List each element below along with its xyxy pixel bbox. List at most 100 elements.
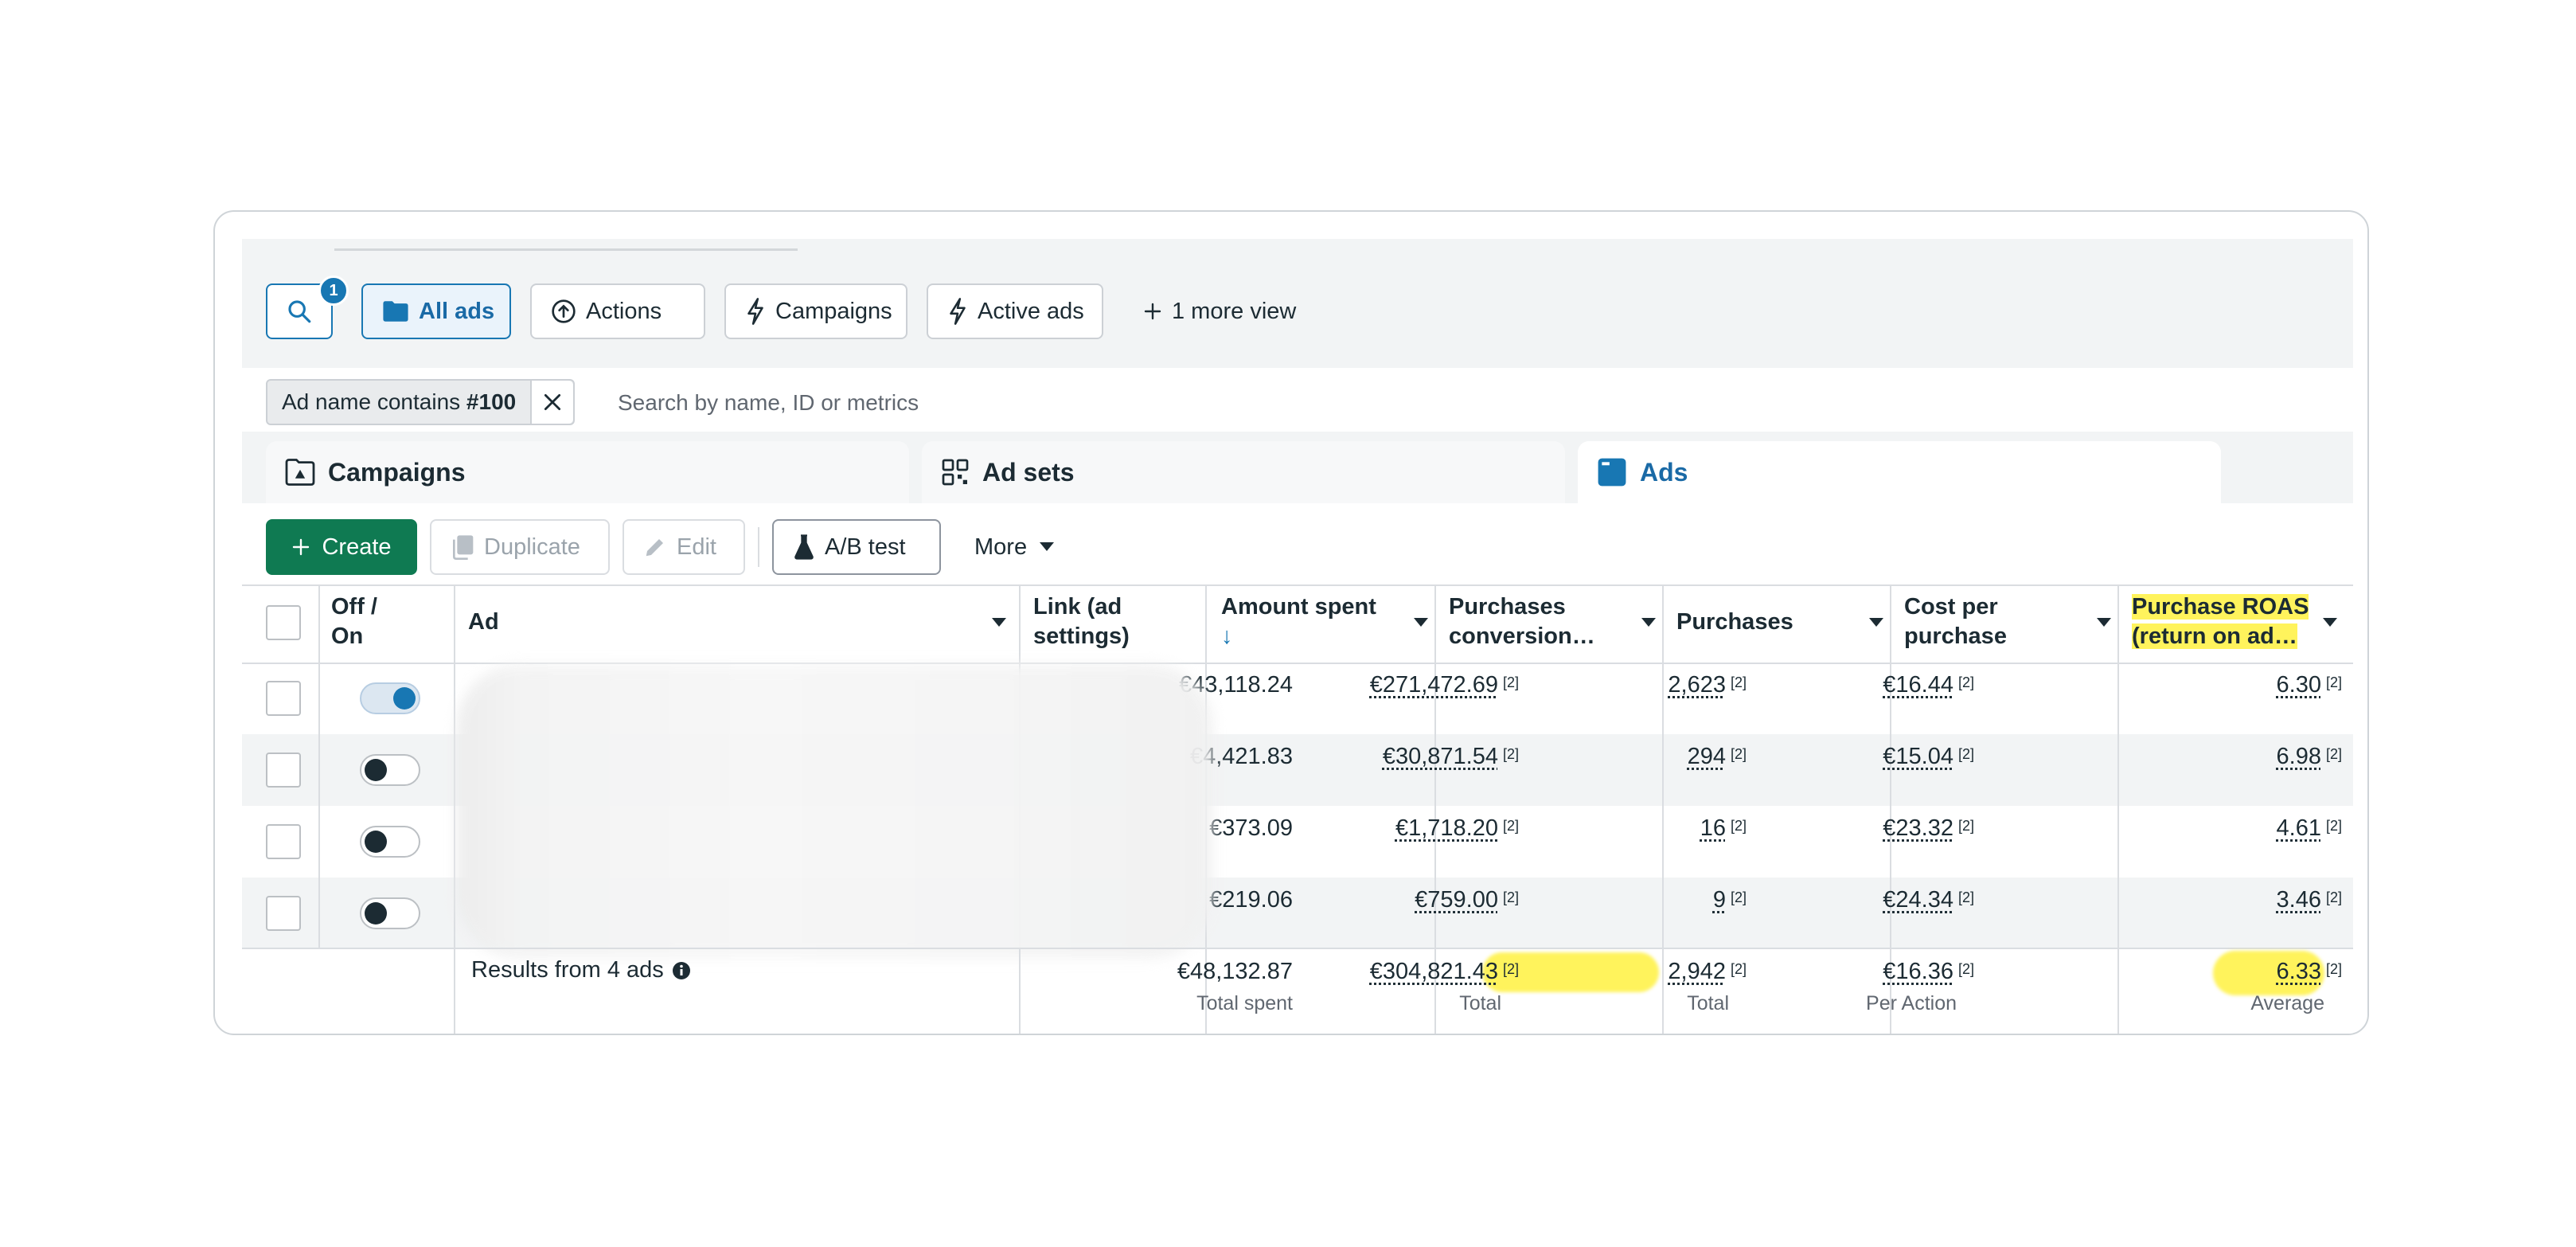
create-button[interactable]: Create — [266, 519, 417, 575]
row-checkbox[interactable] — [266, 824, 301, 859]
column-divider — [318, 878, 320, 949]
flask-icon — [794, 534, 814, 560]
column-divider — [2117, 586, 2119, 663]
select-all-checkbox[interactable] — [266, 605, 301, 640]
view-campaigns[interactable]: Campaigns — [724, 283, 907, 339]
cell-purchases[interactable]: 2,623 [2] — [1668, 672, 1747, 698]
tab-campaigns-label: Campaigns — [328, 457, 466, 487]
more-label: More — [974, 534, 1028, 560]
tab-ads[interactable]: Ads — [1578, 441, 2221, 503]
delivery-toggle[interactable] — [360, 826, 420, 858]
row-checkbox[interactable] — [266, 681, 301, 716]
col-purchase-roas[interactable]: Purchase ROAS (return on ad… — [2132, 592, 2309, 651]
col-link[interactable]: Link (ad settings) — [1033, 592, 1130, 651]
remove-filter-button[interactable] — [530, 381, 574, 424]
view-all-ads-label: All ads — [419, 298, 495, 324]
delivery-toggle[interactable] — [360, 754, 420, 786]
tab-adsets[interactable]: Ad sets — [922, 441, 1565, 503]
col-amount-spent[interactable]: Amount spent ↓ — [1221, 592, 1376, 651]
col-purchases-caret[interactable] — [1869, 618, 1883, 627]
info-icon[interactable] — [672, 961, 691, 980]
col-amount-spent-caret[interactable] — [1414, 618, 1428, 627]
cell-purchases[interactable]: 294 [2] — [1688, 744, 1747, 770]
attribution-mark: [2] — [1730, 674, 1747, 690]
total-purchases-conversion[interactable]: €304,821.43 [2] — [1370, 959, 1519, 985]
col-off-on: Off / On — [331, 592, 377, 651]
scroll-indicator — [334, 248, 798, 251]
view-actions[interactable]: Actions — [530, 283, 705, 339]
col-purchases-conversion-line1: Purchases — [1449, 594, 1566, 620]
view-actions-label: Actions — [586, 298, 662, 324]
total-amount-spent: €48,132.87 — [1177, 959, 1293, 984]
attribution-mark: [2] — [1957, 889, 1974, 905]
row-checkbox[interactable] — [266, 752, 301, 788]
total-purchases[interactable]: 2,942 [2] — [1668, 959, 1747, 985]
attribution-mark: [2] — [1502, 818, 1519, 834]
col-purchases-conversion[interactable]: Purchases conversion… — [1449, 592, 1595, 651]
view-active-ads[interactable]: Active ads — [927, 283, 1103, 339]
cell-cost-per-purchase[interactable]: €23.32 [2] — [1883, 815, 1974, 842]
col-purchases-conversion-line2: conversion… — [1449, 624, 1595, 649]
cell-purchases-conversion[interactable]: €1,718.20 [2] — [1395, 815, 1519, 842]
col-ad[interactable]: Ad — [468, 608, 499, 637]
create-label: Create — [322, 534, 392, 560]
column-divider — [318, 806, 320, 878]
total-purchase-roas[interactable]: 6.33 [2] — [2277, 959, 2342, 985]
tab-ads-label: Ads — [1640, 457, 1688, 487]
cell-purchases[interactable]: 9 [2] — [1713, 887, 1747, 913]
upload-circle-icon — [552, 299, 576, 323]
column-divider — [2117, 806, 2119, 878]
attribution-mark: [2] — [1730, 818, 1747, 834]
lightning-icon — [747, 298, 763, 325]
filter-chip-text: Ad name contains #100 — [267, 389, 530, 415]
total-purchases-label: Total — [1687, 992, 1729, 1014]
cell-purchase-roas-value: 3.46 — [2276, 887, 2321, 913]
col-cost-per-purchase[interactable]: Cost per purchase — [1904, 592, 2007, 651]
tab-adsets-label: Ad sets — [982, 457, 1075, 487]
filter-chip[interactable]: Ad name contains #100 — [266, 379, 576, 425]
column-divider — [1205, 586, 1207, 663]
delivery-toggle[interactable] — [360, 897, 420, 929]
col-purchase-roas-caret[interactable] — [2323, 618, 2337, 627]
edit-button[interactable]: Edit — [623, 519, 745, 575]
total-cost-per-purchase[interactable]: €16.36 [2] — [1883, 959, 1974, 985]
ab-test-button[interactable]: A/B test — [772, 519, 941, 575]
filter-count-badge: 1 — [318, 276, 349, 306]
tab-campaigns[interactable]: Campaigns — [266, 441, 909, 503]
delivery-toggle[interactable] — [360, 682, 420, 714]
cell-purchase-roas-value: 6.98 — [2276, 744, 2321, 769]
cell-purchase-roas[interactable]: 4.61 [2] — [2277, 815, 2342, 842]
col-cost-per-purchase-caret[interactable] — [2097, 618, 2111, 627]
cell-purchase-roas[interactable]: 6.30 [2] — [2277, 672, 2342, 698]
attribution-mark: [2] — [1730, 961, 1747, 977]
view-all-ads[interactable]: All ads — [361, 283, 511, 339]
level-tabs: Campaigns Ad sets Ads — [242, 432, 2353, 503]
total-purchases-conversion-value: €304,821.43 — [1369, 959, 1498, 984]
col-purchases-conversion-caret[interactable] — [1641, 618, 1656, 627]
cell-purchase-roas[interactable]: 3.46 [2] — [2277, 887, 2342, 913]
cell-cost-per-purchase[interactable]: €16.44 [2] — [1883, 672, 1974, 698]
close-icon — [544, 393, 561, 411]
filter-chip-value: #100 — [466, 389, 517, 414]
more-views-button[interactable]: 1 more view — [1122, 283, 1321, 339]
campaign-folder-icon — [285, 459, 315, 486]
search-input[interactable] — [616, 379, 1734, 427]
cell-purchase-roas[interactable]: 6.98 [2] — [2277, 744, 2342, 770]
ab-test-label: A/B test — [825, 534, 906, 560]
cell-purchases[interactable]: 16 [2] — [1700, 815, 1747, 842]
more-menu-button[interactable]: More — [974, 519, 1055, 575]
cell-cost-per-purchase[interactable]: €15.04 [2] — [1883, 744, 1974, 770]
column-divider — [318, 586, 320, 663]
cell-purchases-conversion[interactable]: €30,871.54 [2] — [1383, 744, 1519, 770]
column-divider — [454, 878, 455, 949]
col-ad-sort-caret[interactable] — [992, 618, 1006, 627]
duplicate-button[interactable]: Duplicate — [430, 519, 610, 575]
cell-purchases-conversion[interactable]: €271,472.69 [2] — [1370, 672, 1519, 698]
sort-desc-icon: ↓ — [1221, 624, 1233, 649]
attribution-mark: [2] — [1502, 961, 1519, 977]
col-purchases[interactable]: Purchases — [1676, 608, 1793, 637]
cell-cost-per-purchase[interactable]: €24.34 [2] — [1883, 887, 1974, 913]
cell-purchases-conversion[interactable]: €759.00 [2] — [1415, 887, 1519, 913]
row-checkbox[interactable] — [266, 896, 301, 931]
cell-purchases-conversion-value: €759.00 — [1415, 887, 1498, 913]
